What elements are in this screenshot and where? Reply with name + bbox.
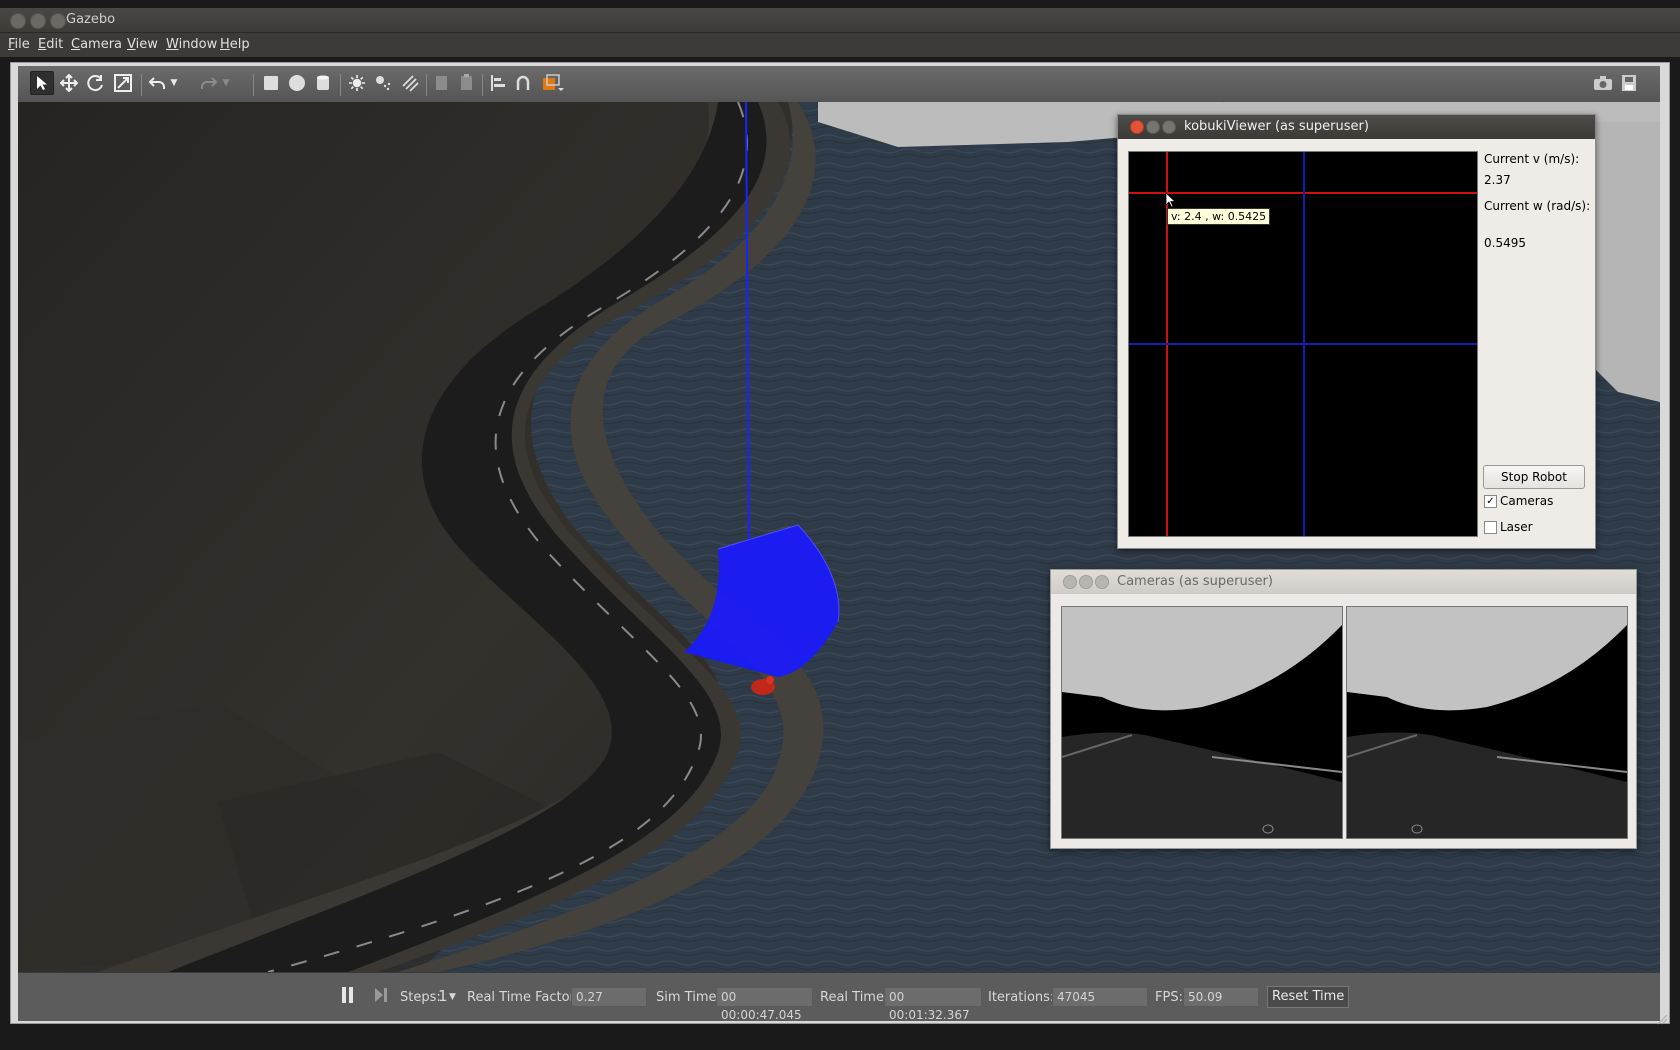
kobuki-maximize-icon[interactable] bbox=[1162, 120, 1176, 134]
kobuki-viewer-title: kobukiViewer (as superuser) bbox=[1184, 119, 1369, 134]
cameras-maximize-icon[interactable] bbox=[1095, 575, 1109, 589]
align-icon[interactable] bbox=[487, 72, 509, 94]
window-titlebar: Gazebo bbox=[0, 8, 1680, 33]
translate-icon[interactable] bbox=[58, 72, 80, 94]
laser-checkbox[interactable] bbox=[1484, 521, 1497, 534]
redo-icon[interactable] bbox=[198, 72, 220, 94]
menu-file[interactable]: File bbox=[8, 37, 30, 52]
copy-icon[interactable] bbox=[431, 72, 453, 94]
sim-time-field: 00 00:00:47.045 bbox=[716, 987, 813, 1022]
current-v-value: 2.37 bbox=[1484, 173, 1511, 187]
spot-light-icon[interactable] bbox=[372, 72, 394, 94]
cylinder-shape-icon[interactable] bbox=[312, 72, 334, 94]
cameras-titlebar: Cameras (as superuser) bbox=[1051, 570, 1636, 594]
menu-help[interactable]: Help bbox=[220, 37, 250, 52]
real-time-factor-field: 0.27 bbox=[571, 987, 647, 1007]
reset-time-button[interactable]: Reset Time bbox=[1267, 986, 1350, 1008]
window-title: Gazebo bbox=[66, 12, 116, 27]
fps-field: 50.09 bbox=[1183, 987, 1259, 1007]
sphere-shape-icon[interactable] bbox=[286, 72, 308, 94]
screenshot-icon[interactable] bbox=[1592, 72, 1614, 94]
fps-label: FPS: bbox=[1155, 990, 1183, 1005]
undo-dropdown-icon[interactable]: ▼ bbox=[168, 72, 180, 94]
resize-grip-icon[interactable] bbox=[1656, 1010, 1668, 1025]
cameras-checkbox-label: Cameras bbox=[1500, 494, 1554, 508]
menu-bar: File Edit Camera View Window Help bbox=[0, 33, 1680, 57]
cameras-window-title: Cameras (as superuser) bbox=[1117, 574, 1273, 589]
cameras-minimize-icon[interactable] bbox=[1079, 575, 1093, 589]
menu-camera[interactable]: Camera bbox=[71, 37, 122, 52]
log-record-icon[interactable] bbox=[1618, 72, 1640, 94]
select-arrow-icon[interactable] bbox=[30, 71, 54, 95]
kobuki-minimize-icon[interactable] bbox=[1146, 120, 1160, 134]
scale-icon[interactable] bbox=[112, 72, 134, 94]
sim-time-label: Sim Time: bbox=[656, 990, 721, 1005]
pause-icon[interactable] bbox=[341, 986, 355, 1008]
current-w-value: 0.5495 bbox=[1484, 236, 1526, 250]
laser-checkbox-label: Laser bbox=[1500, 520, 1533, 534]
change-view-icon[interactable] bbox=[540, 72, 566, 94]
real-time-label: Real Time: bbox=[820, 990, 889, 1005]
cameras-close-icon[interactable] bbox=[1063, 575, 1077, 589]
bottom-status-bar: Steps: 1 ▼ Real Time Factor: 0.27 Sim Ti… bbox=[18, 972, 1660, 1022]
iterations-field: 47045 bbox=[1052, 987, 1148, 1007]
real-time-factor-label: Real Time Factor: bbox=[467, 990, 580, 1005]
menu-view[interactable]: View bbox=[127, 37, 158, 52]
kobuki-viewer-titlebar: kobukiViewer (as superuser) bbox=[1118, 115, 1595, 139]
steps-dropdown-icon[interactable]: ▼ bbox=[449, 992, 456, 1002]
current-w-label: Current w (rad/s): bbox=[1484, 199, 1591, 213]
close-window-button[interactable] bbox=[10, 13, 26, 29]
toolbar: ▼ ▼ bbox=[18, 66, 1660, 103]
undo-icon[interactable] bbox=[146, 72, 168, 94]
redo-dropdown-icon[interactable]: ▼ bbox=[220, 72, 232, 94]
paste-icon[interactable] bbox=[456, 72, 478, 94]
steps-label: Steps: bbox=[400, 990, 441, 1005]
velocity-tooltip: v: 2.4 , w: 0.5425 bbox=[1167, 208, 1271, 225]
cameras-checkbox[interactable]: ✓ bbox=[1484, 495, 1497, 508]
rotate-icon[interactable] bbox=[85, 72, 107, 94]
directional-light-icon[interactable] bbox=[399, 72, 421, 94]
box-shape-icon[interactable] bbox=[260, 72, 282, 94]
cameras-window: Cameras (as superuser) bbox=[1050, 569, 1637, 849]
steps-value[interactable]: 1 bbox=[438, 987, 448, 1005]
iterations-label: Iterations: bbox=[988, 990, 1055, 1005]
current-v-label: Current v (m/s): bbox=[1484, 152, 1580, 166]
velocity-control-pad[interactable]: v: 2.4 , w: 0.5425 bbox=[1128, 151, 1478, 537]
step-icon[interactable] bbox=[374, 987, 388, 1007]
kobuki-viewer-window: kobukiViewer (as superuser) v: 2.4 , w: … bbox=[1117, 114, 1596, 549]
left-camera-view bbox=[1061, 606, 1343, 839]
window-controls bbox=[10, 13, 66, 29]
kobuki-close-icon[interactable] bbox=[1130, 120, 1144, 134]
menu-edit[interactable]: Edit bbox=[38, 37, 63, 52]
right-camera-view bbox=[1346, 606, 1628, 839]
point-light-icon[interactable] bbox=[346, 72, 368, 94]
snap-icon[interactable] bbox=[512, 72, 534, 94]
maximize-window-button[interactable] bbox=[50, 13, 66, 29]
real-time-field: 00 00:01:32.367 bbox=[884, 987, 982, 1022]
stop-robot-button[interactable]: Stop Robot bbox=[1483, 465, 1585, 489]
minimize-window-button[interactable] bbox=[30, 13, 46, 29]
menu-window[interactable]: Window bbox=[166, 37, 217, 52]
blue-axis-horizontal bbox=[1129, 343, 1477, 345]
